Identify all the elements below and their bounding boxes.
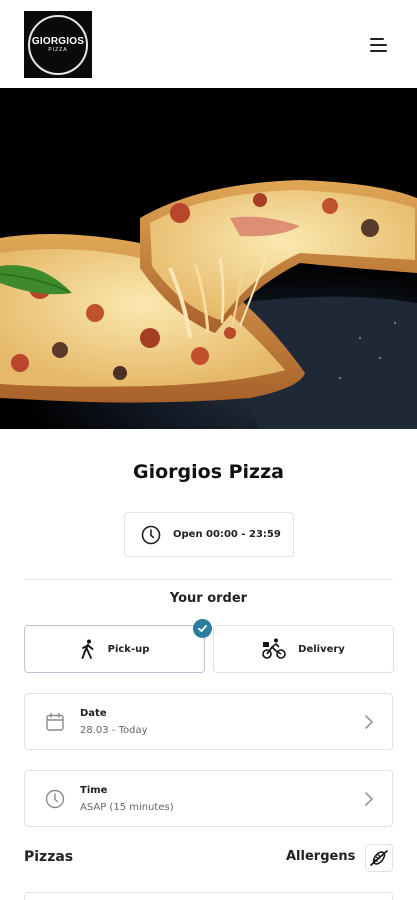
delivery-option-button[interactable]: Delivery [213, 625, 394, 673]
time-title: Time [80, 785, 108, 796]
date-title: Date [80, 708, 107, 719]
time-selector[interactable]: Time ASAP (15 minutes) [24, 770, 393, 827]
clock-icon [45, 789, 65, 809]
bicycle-courier-icon [262, 638, 286, 659]
restaurant-logo[interactable]: GIORGIOS PIZZA [24, 11, 92, 78]
opening-hours-badge: Open 00:00 - 23:59 [124, 512, 294, 557]
pickup-label: Pick-up [107, 643, 150, 655]
menu-item-card[interactable] [24, 892, 393, 900]
logo-emblem: GIORGIOS PIZZA [28, 14, 88, 75]
selected-check-icon [193, 619, 212, 638]
date-selector[interactable]: Date 28.03 - Today [24, 693, 393, 750]
walking-person-icon [81, 639, 94, 659]
restaurant-name: Giorgios Pizza [133, 461, 284, 483]
allergen-icon [370, 850, 388, 866]
opening-hours-text: Open 00:00 - 23:59 [173, 529, 281, 540]
order-heading: Your order [169, 591, 248, 606]
pizza-photo [0, 88, 417, 429]
allergens-link[interactable]: Allergens [286, 849, 355, 864]
pizzas-section-title: Pizzas [24, 849, 74, 865]
chevron-right-icon [365, 715, 373, 729]
logo-text: GIORGIOS [31, 35, 85, 47]
allergen-filter-button[interactable] [365, 844, 393, 872]
calendar-icon [46, 712, 64, 731]
hero-image [0, 88, 417, 429]
app-header: GIORGIOS PIZZA [0, 0, 417, 88]
chevron-right-icon [365, 792, 373, 806]
logo-subtext: PIZZA [48, 46, 68, 53]
section-divider [24, 579, 393, 580]
time-value: ASAP (15 minutes) [80, 802, 174, 813]
date-value: 28.03 - Today [80, 725, 148, 736]
clock-icon [141, 525, 161, 544]
pickup-option-button[interactable]: Pick-up [24, 625, 205, 673]
hamburger-menu-icon[interactable] [360, 30, 396, 60]
delivery-label: Delivery [298, 643, 345, 655]
